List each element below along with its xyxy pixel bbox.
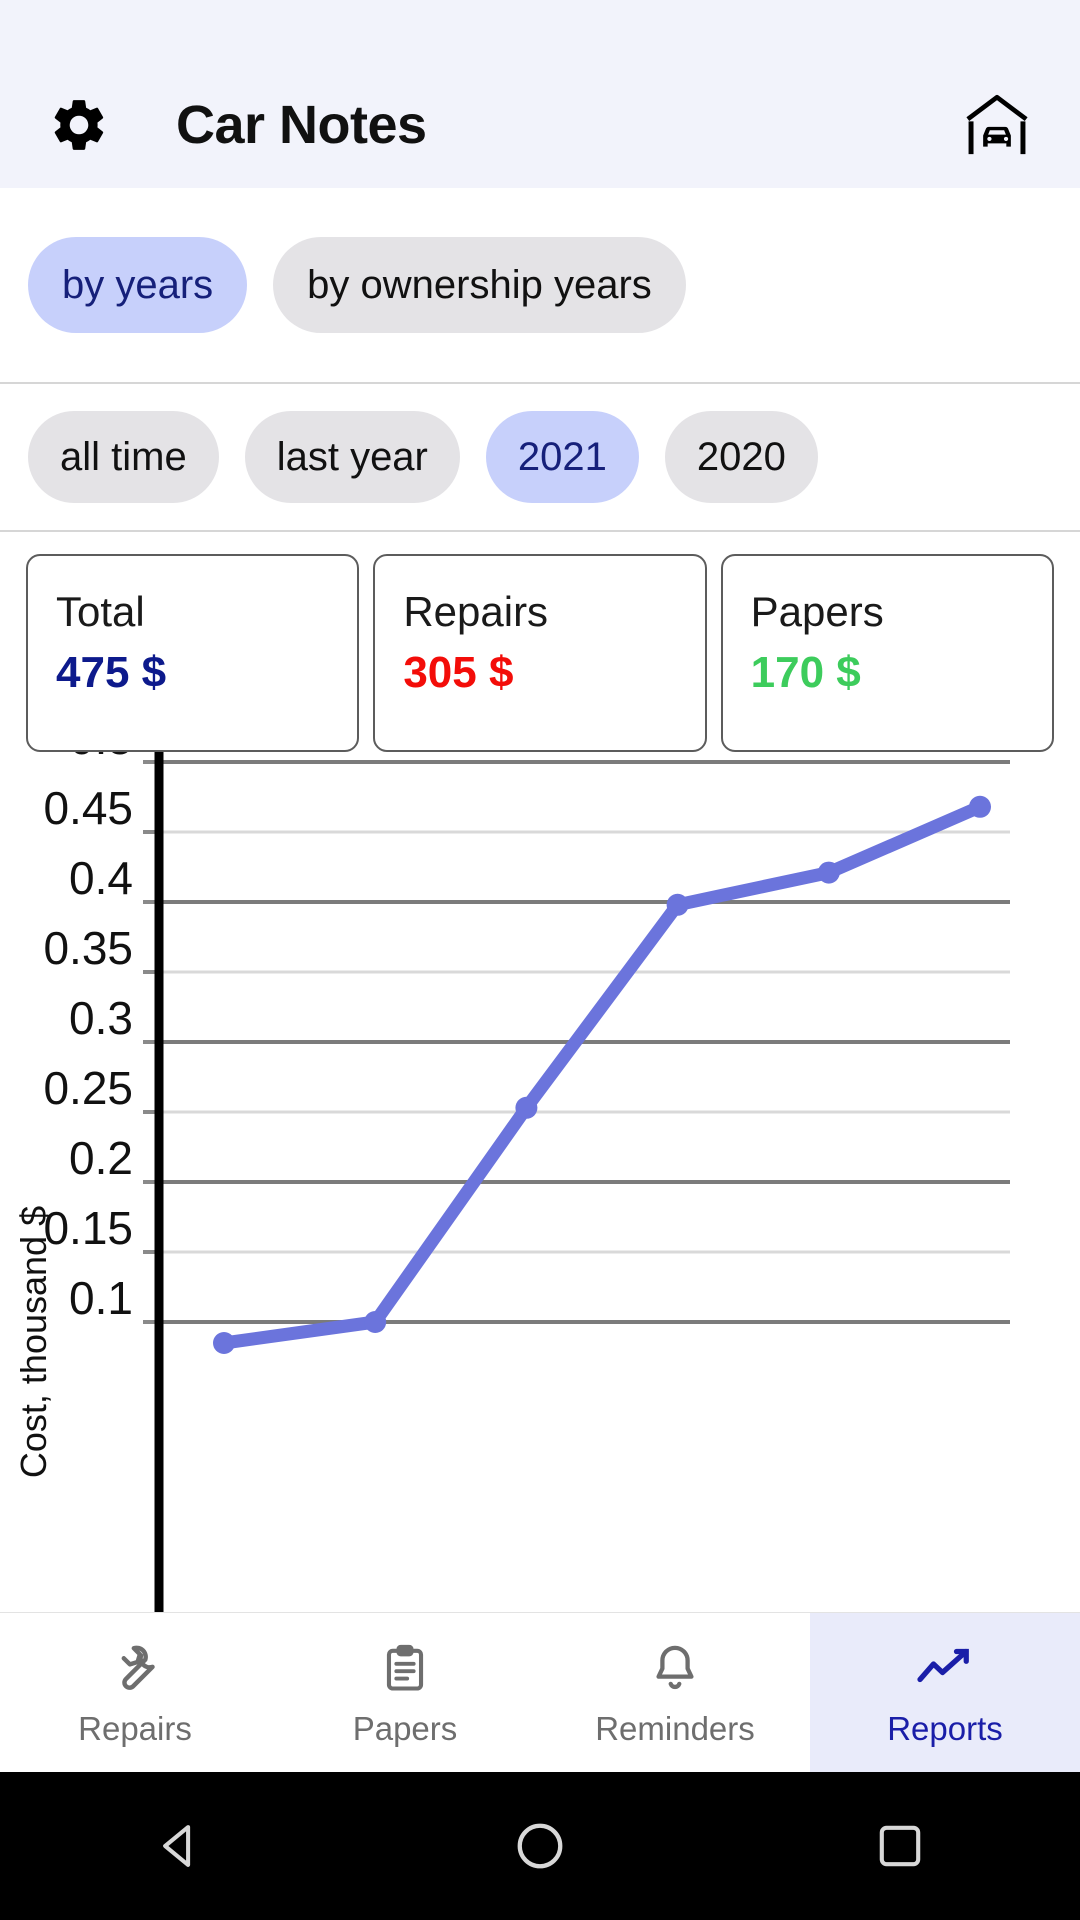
clipboard-icon xyxy=(375,1640,435,1698)
nav-label-reminders: Reminders xyxy=(595,1710,755,1747)
line-chart-icon xyxy=(915,1640,975,1698)
chart-y-axis-title: Cost, thousand $ xyxy=(13,1206,54,1478)
chip-by-ownership-years[interactable]: by ownership years xyxy=(273,237,686,333)
nav-label-repairs: Repairs xyxy=(78,1710,192,1747)
card-papers-value: 170 $ xyxy=(750,648,861,698)
wrench-icon xyxy=(105,1640,165,1698)
chart-series-markers xyxy=(213,795,991,1354)
card-total-label: Total xyxy=(56,588,145,635)
y-tick-label: 0.1 xyxy=(69,1272,133,1324)
app-root: Car Notes by years by ownership years al… xyxy=(0,0,1080,1920)
filter-row-mode: by years by ownership years xyxy=(0,188,1080,384)
card-total: Total 475 $ xyxy=(26,554,360,752)
chart-data-point[interactable] xyxy=(515,1096,538,1119)
card-papers-label: Papers xyxy=(750,588,884,635)
y-tick-label: 0.5 xyxy=(69,752,133,764)
chart-data-point[interactable] xyxy=(364,1311,387,1333)
nav-item-repairs[interactable]: Repairs xyxy=(0,1613,270,1772)
card-papers: Papers 170 $ xyxy=(720,554,1054,752)
recents-square-icon[interactable] xyxy=(840,1801,960,1891)
nav-item-papers[interactable]: Papers xyxy=(270,1613,540,1772)
y-tick-label: 0.2 xyxy=(69,1132,133,1184)
chip-2021[interactable]: 2021 xyxy=(485,411,639,503)
y-tick-label: 0.15 xyxy=(43,1202,133,1254)
y-tick-label: 0.25 xyxy=(43,1062,133,1114)
page-title: Car Notes xyxy=(176,95,427,155)
chip-2020[interactable]: 2020 xyxy=(664,411,818,503)
bell-icon xyxy=(645,1640,705,1698)
chip-all-time[interactable]: all time xyxy=(28,411,219,503)
system-navigation-bar xyxy=(0,1772,1080,1920)
status-bar xyxy=(0,0,1080,62)
chart-series-line xyxy=(217,800,987,1350)
chart-data-point[interactable] xyxy=(666,893,689,916)
cost-line-chart[interactable]: 0.1 0.15 0.2 0.25 0.3 0.35 0.4 0.45 0.5 Cost, th… xyxy=(0,752,1080,1612)
summary-cards: Total 475 $ Repairs 305 $ Papers 170 $ xyxy=(0,532,1080,752)
nav-label-papers: Papers xyxy=(352,1710,458,1747)
gear-icon[interactable] xyxy=(48,94,110,156)
y-tick-label: 0.35 xyxy=(43,922,133,974)
card-repairs-value: 305 $ xyxy=(403,648,514,698)
chip-by-years[interactable]: by years xyxy=(28,237,248,333)
nav-item-reminders[interactable]: Reminders xyxy=(540,1613,810,1772)
card-repairs: Repairs 305 $ xyxy=(373,554,707,752)
chart-ytick-labels: 0.1 0.15 0.2 0.25 0.3 0.35 0.4 0.45 0.5 xyxy=(43,752,133,1324)
card-total-value: 475 $ xyxy=(56,648,167,698)
chart-canvas: 0.1 0.15 0.2 0.25 0.3 0.35 0.4 0.45 0.5 Cost, th… xyxy=(13,752,1010,1612)
app-header: Car Notes xyxy=(0,62,1080,188)
chart-data-point[interactable] xyxy=(969,795,991,818)
car-garage-icon[interactable] xyxy=(962,90,1032,160)
filter-row-period: all time last year 2021 2020 xyxy=(0,384,1080,532)
nav-label-reports: Reports xyxy=(887,1710,1003,1747)
back-triangle-icon[interactable] xyxy=(120,1801,240,1891)
y-tick-label: 0.3 xyxy=(69,992,133,1044)
card-repairs-label: Repairs xyxy=(403,588,549,635)
chart-data-point[interactable] xyxy=(213,1332,235,1354)
y-tick-label: 0.45 xyxy=(43,782,133,834)
bottom-navigation: Repairs Papers Reminders Reports xyxy=(0,1612,1080,1772)
chip-last-year[interactable]: last year xyxy=(244,411,460,503)
home-circle-icon[interactable] xyxy=(480,1801,600,1891)
y-tick-label: 0.4 xyxy=(69,852,133,904)
chart-data-point[interactable] xyxy=(817,861,840,884)
nav-item-reports[interactable]: Reports xyxy=(810,1613,1080,1772)
